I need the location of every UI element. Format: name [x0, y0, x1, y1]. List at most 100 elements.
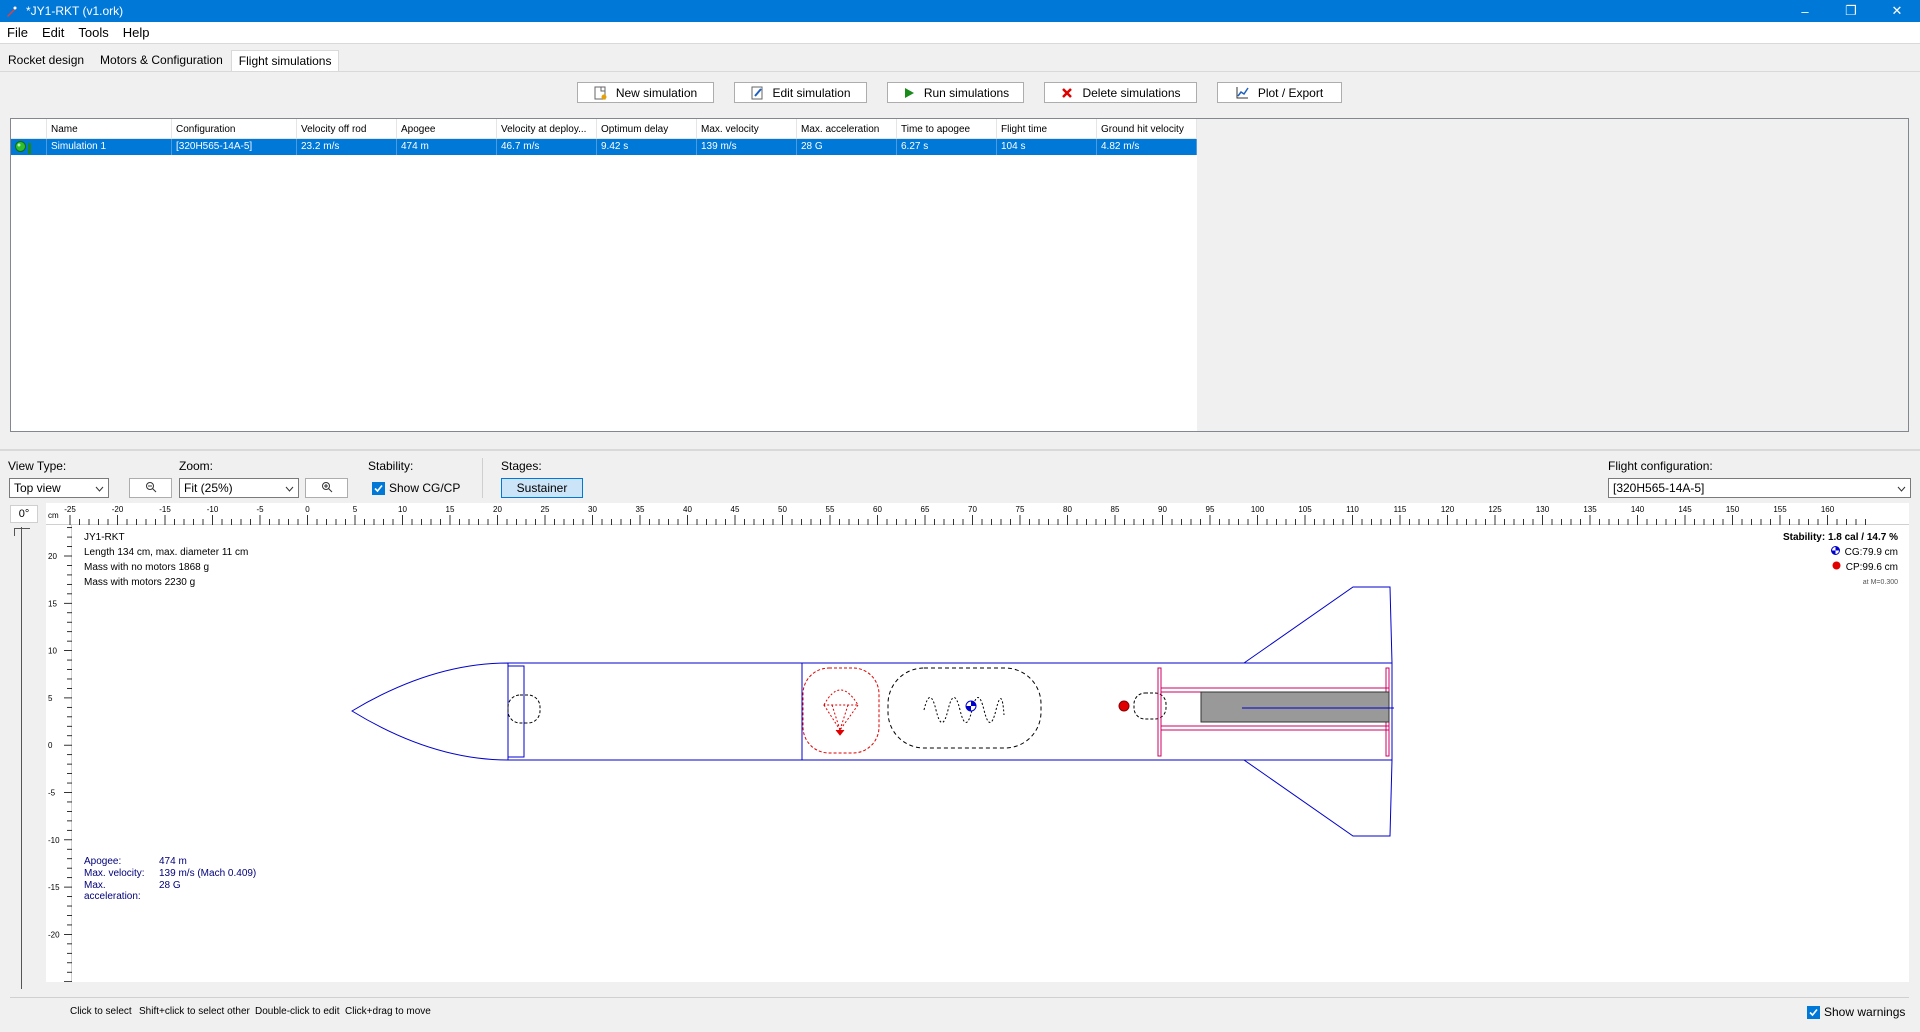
show-warnings-checkbox[interactable]: Show warnings [1807, 1005, 1905, 1019]
cell-optimum-delay: 9.42 s [597, 139, 697, 155]
openrocket-icon [4, 3, 20, 19]
ruler-x-label: -10 [207, 505, 219, 514]
column-header-optimum-delay[interactable]: Optimum delay [597, 119, 697, 139]
apogee-value: 474 m [159, 856, 187, 867]
plot-export-label: Plot / Export [1257, 85, 1324, 100]
tab-rocket-design[interactable]: Rocket design [0, 49, 92, 72]
zoom-label: Zoom: [179, 459, 214, 473]
parachute[interactable] [802, 667, 880, 754]
delete-icon [1060, 86, 1074, 100]
new-document-icon [594, 86, 608, 100]
status-ok-icon [15, 141, 26, 155]
menu-help[interactable]: Help [116, 25, 157, 40]
parachute-icon [823, 689, 859, 731]
zoom-in-button[interactable] [305, 478, 348, 498]
ruler-unit: cm [48, 511, 59, 520]
canvas-bottom-border [10, 997, 1909, 998]
run-simulations-button[interactable]: Run simulations [887, 82, 1024, 103]
chevron-down-icon [95, 481, 104, 495]
ruler-x-label: 60 [873, 505, 882, 514]
new-simulation-button[interactable]: New simulation [577, 82, 714, 103]
ruler-x-label: 135 [1583, 505, 1597, 514]
max-velocity-row: Max. velocity: 139 m/s (Mach 0.409) [84, 868, 256, 880]
rocket-drawing [351, 586, 1394, 837]
max-velocity-label: Max. velocity: [84, 868, 145, 879]
table-row[interactable]: Simulation 1 [320H565-14A-5] 23.2 m/s 47… [11, 139, 1197, 155]
flight-config-select[interactable]: [320H565-14A-5] [1608, 478, 1911, 498]
column-header-velocity-off-rod[interactable]: Velocity off rod [297, 119, 397, 139]
close-button[interactable]: ✕ [1874, 0, 1920, 22]
ruler-y-label: -10 [48, 836, 60, 845]
ruler-y-label: 20 [48, 552, 57, 561]
menu-tools[interactable]: Tools [71, 25, 115, 40]
ruler-x-label: 20 [493, 505, 502, 514]
column-header-ground-hit-velocity[interactable]: Ground hit velocity [1097, 119, 1197, 139]
parachute-attach-icon [835, 729, 845, 736]
minimize-button[interactable]: – [1782, 0, 1828, 22]
stage-sustainer-toggle[interactable]: Sustainer [501, 478, 583, 498]
bulkhead[interactable] [507, 665, 525, 758]
column-header-status[interactable] [11, 119, 47, 139]
column-header-flight-time[interactable]: Flight time [997, 119, 1097, 139]
table-header: Name Configuration Velocity off rod Apog… [11, 119, 1197, 139]
menu-bar: File Edit Tools Help [0, 22, 1920, 44]
column-header-velocity-at-deploy[interactable]: Velocity at deploy... [497, 119, 597, 139]
ruler-x-label: 105 [1298, 505, 1312, 514]
ruler-x-label: 40 [683, 505, 692, 514]
rocket-canvas[interactable]: JY1-RKT Length 134 cm, max. diameter 11 … [72, 525, 1909, 982]
panel-splitter[interactable] [0, 449, 1920, 451]
ruler-x-label: 130 [1536, 505, 1550, 514]
ruler-x-label: 15 [446, 505, 455, 514]
motor[interactable] [1200, 691, 1390, 723]
ruler-x-label: 125 [1488, 505, 1502, 514]
column-header-time-to-apogee[interactable]: Time to apogee [897, 119, 997, 139]
nose-cone[interactable] [351, 662, 509, 761]
plot-export-button[interactable]: Plot / Export [1217, 82, 1342, 103]
status-bar-icon [28, 142, 31, 154]
apogee-row: Apogee: 474 m [84, 856, 256, 868]
view-type-label: View Type: [8, 459, 67, 473]
max-acceleration-row: Max. acceleration: 28 G [84, 880, 256, 902]
zoom-value: Fit (25%) [184, 481, 233, 495]
column-header-name[interactable]: Name [47, 119, 172, 139]
delete-simulations-label: Delete simulations [1082, 85, 1181, 100]
shock-cord[interactable] [887, 667, 1042, 749]
cell-configuration: [320H565-14A-5] [172, 139, 297, 155]
menu-edit[interactable]: Edit [35, 25, 71, 40]
show-cgcp-checkbox[interactable]: Show CG/CP [372, 481, 460, 495]
ruler-x-label: 110 [1346, 505, 1359, 514]
tab-flight-simulations[interactable]: Flight simulations [230, 50, 340, 72]
column-header-max-velocity[interactable]: Max. velocity [697, 119, 797, 139]
cp-marker [1118, 700, 1130, 712]
ruler-x-label: 90 [1158, 505, 1167, 514]
column-header-configuration[interactable]: Configuration [172, 119, 297, 139]
ruler-x-label: 155 [1773, 505, 1787, 514]
status-cell [11, 139, 47, 155]
maximize-button[interactable]: ❐ [1828, 0, 1874, 22]
hint-click-drag: Click+drag to move [345, 1006, 431, 1017]
zoom-select[interactable]: Fit (25%) [179, 478, 299, 498]
tab-motors-configuration[interactable]: Motors & Configuration [92, 49, 231, 72]
flight-config-value: [320H565-14A-5] [1613, 481, 1705, 495]
ruler-y-label: -15 [48, 883, 60, 892]
title-bar: *JY1-RKT (v1.ork) – ❐ ✕ [0, 0, 1920, 22]
fin-bottom[interactable] [1243, 759, 1393, 837]
edit-simulation-button[interactable]: Edit simulation [734, 82, 867, 103]
column-header-apogee[interactable]: Apogee [397, 119, 497, 139]
apogee-label: Apogee: [84, 856, 122, 867]
simulations-table-container: Name Configuration Velocity off rod Apog… [10, 118, 1909, 432]
column-header-max-acceleration[interactable]: Max. acceleration [797, 119, 897, 139]
max-acceleration-value: 28 G [159, 880, 181, 891]
view-type-select[interactable]: Top view [9, 478, 109, 498]
zoom-out-button[interactable] [129, 478, 172, 498]
ruler-x-label: 45 [731, 505, 740, 514]
cell-apogee: 474 m [397, 139, 497, 155]
menu-file[interactable]: File [0, 25, 35, 40]
delete-simulations-button[interactable]: Delete simulations [1044, 82, 1197, 103]
fin-top[interactable] [1243, 586, 1393, 664]
zoom-in-icon [321, 481, 333, 496]
hint-click-select: Click to select [70, 1006, 132, 1017]
rocket-view: cm -25 -20 -15 -10 -5 0 5 10 15 20 25 30 35 40 45 50 55 6… [10, 503, 1909, 983]
main-tabs: Rocket design Motors & Configuration Fli… [0, 48, 340, 72]
ruler-horizontal: cm -25 -20 -15 -10 -5 0 5 10 15 20 25 30 35 40 45 50 55 6… [46, 503, 1909, 525]
